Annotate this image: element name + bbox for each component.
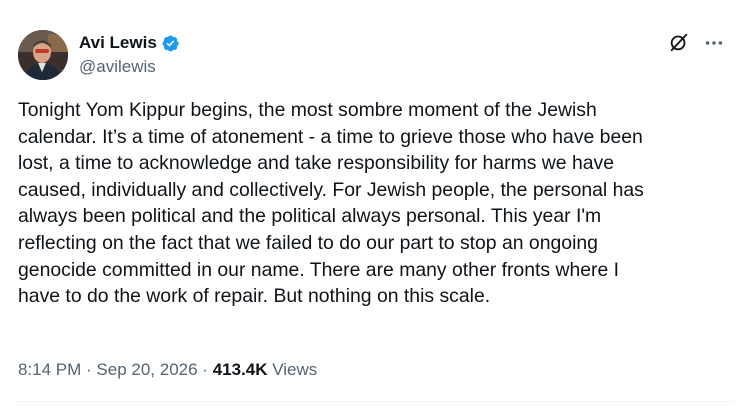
divider: [18, 401, 733, 402]
tweet-timestamp[interactable]: 8:14 PM · Sep 20, 2026: [18, 360, 198, 379]
verified-badge-icon[interactable]: [161, 34, 180, 53]
author-display-name[interactable]: Avi Lewis: [79, 32, 157, 54]
avatar-image: [18, 30, 68, 80]
name-row: Avi Lewis: [79, 32, 180, 54]
more-options-icon[interactable]: [703, 32, 725, 54]
tweet-card: Avi Lewis @avilewis Tonight Yom Kippur b…: [0, 0, 751, 408]
tweet-date: Sep 20, 2026: [96, 360, 198, 379]
author-info: Avi Lewis @avilewis: [79, 32, 180, 78]
meta-separator: ·: [81, 360, 97, 379]
meta-separator: ·: [197, 360, 213, 379]
tweet-metadata: 8:14 PM · Sep 20, 2026 · 413.4K Views: [18, 358, 317, 382]
tweet-text: Tonight Yom Kippur begins, the most somb…: [18, 99, 644, 308]
avatar[interactable]: [18, 30, 68, 80]
grok-icon[interactable]: [668, 31, 690, 53]
author-handle[interactable]: @avilewis: [79, 56, 180, 78]
views-count: 413.4K: [212, 360, 268, 379]
views-label: Views: [267, 360, 318, 379]
tweet-time: 8:14 PM: [18, 360, 82, 379]
